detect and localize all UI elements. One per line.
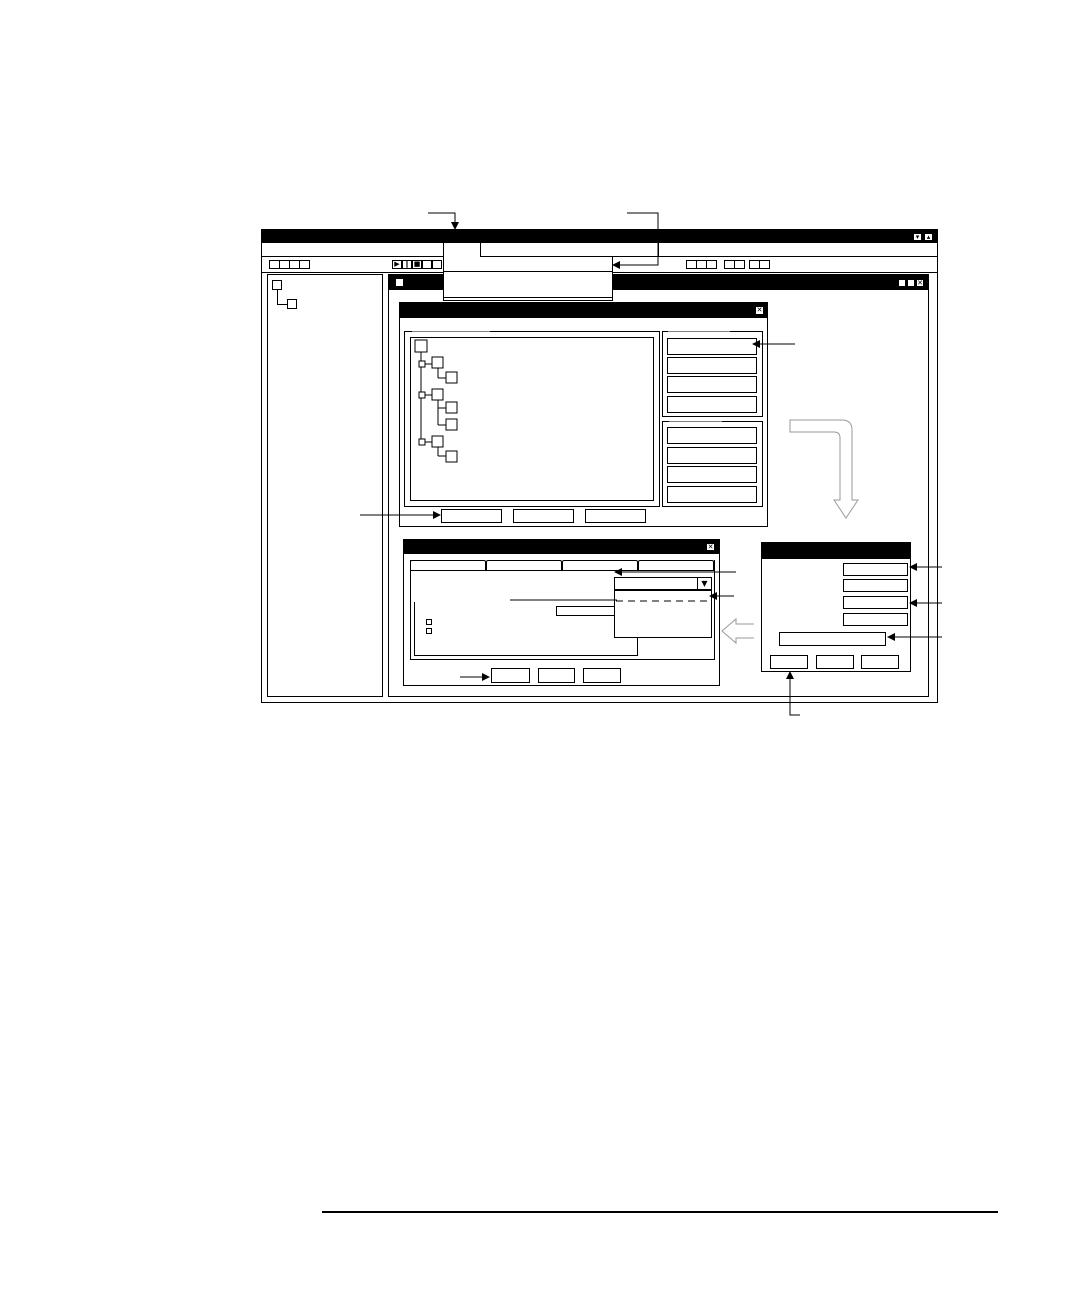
tab-3-active[interactable]	[562, 560, 638, 570]
small-dialog-wide-field[interactable]	[779, 632, 886, 646]
maximize-icon[interactable]	[907, 279, 915, 287]
small-dialog-field[interactable]	[843, 613, 908, 626]
tree-root-node[interactable]	[272, 280, 282, 290]
combo-box[interactable]: ▼	[614, 577, 712, 590]
toolbar-button[interactable]	[422, 260, 432, 269]
maximize-icon[interactable]: ▴	[924, 233, 933, 241]
properties-dialog: ✕	[399, 302, 768, 527]
dropdown-menu-item[interactable]	[444, 271, 612, 272]
close-icon[interactable]: ✕	[916, 279, 924, 287]
dialog-footer-button[interactable]	[770, 655, 808, 669]
dialog-footer-button[interactable]	[538, 668, 575, 683]
minimize-icon[interactable]	[898, 279, 906, 287]
tab-1[interactable]	[410, 560, 486, 570]
toolbar-button[interactable]	[706, 260, 717, 269]
checkbox-icon[interactable]	[426, 619, 432, 625]
tree-child-node[interactable]	[287, 299, 297, 309]
close-icon[interactable]: ✕	[755, 306, 764, 315]
toolbar-button[interactable]	[299, 260, 310, 269]
dropdown-menu	[443, 257, 613, 301]
callout-arrow	[428, 212, 459, 230]
toolbar-button[interactable]	[734, 260, 745, 269]
side-button[interactable]	[667, 427, 757, 444]
dialog-footer-button[interactable]	[585, 509, 646, 523]
stop-icon[interactable]: ■	[412, 260, 422, 269]
dropdown-menu-item[interactable]	[444, 297, 612, 298]
main-title-bar: ▾ ▴	[262, 230, 937, 243]
side-button[interactable]	[667, 486, 757, 503]
tree-connector	[277, 304, 287, 305]
tab-dialog-title-bar: ✕	[404, 540, 719, 554]
menu-item-active[interactable]	[443, 243, 481, 257]
sidebar-tree-pane	[267, 274, 383, 697]
side-button[interactable]	[667, 376, 757, 393]
side-button[interactable]	[667, 357, 757, 374]
dialog-footer-button[interactable]	[861, 655, 899, 669]
page-footer-rule	[322, 1211, 998, 1213]
close-icon[interactable]: ✕	[706, 543, 715, 551]
side-button[interactable]	[667, 396, 757, 413]
side-button[interactable]	[667, 338, 757, 355]
text-field[interactable]	[556, 606, 616, 616]
dialog-footer-button[interactable]	[583, 668, 621, 683]
tree-connector	[277, 290, 278, 304]
play-icon[interactable]: ▶	[392, 260, 402, 269]
side-button[interactable]	[667, 447, 757, 464]
dialog-footer-button[interactable]	[816, 655, 854, 669]
minimize-icon[interactable]: ▾	[913, 233, 922, 241]
pause-icon[interactable]: ‖	[402, 260, 412, 269]
small-dialog-title-bar	[762, 543, 910, 559]
tab-2[interactable]	[486, 560, 562, 570]
dialog-footer-button[interactable]	[491, 668, 530, 683]
dialog-footer-button[interactable]	[513, 509, 574, 523]
small-dialog	[761, 542, 911, 672]
small-dialog-field[interactable]	[843, 596, 908, 609]
menu-item-highlight[interactable]	[481, 243, 659, 257]
side-button[interactable]	[667, 466, 757, 483]
tree-view[interactable]	[410, 337, 654, 501]
checkbox-icon[interactable]	[426, 628, 432, 634]
tab-dialog: ✕ ▼	[403, 539, 720, 686]
combo-dropdown-list[interactable]	[614, 590, 712, 638]
small-dialog-field[interactable]	[843, 579, 908, 592]
toolbar-button[interactable]	[759, 260, 770, 269]
properties-dialog-title-bar: ✕	[400, 303, 767, 318]
dialog-footer-button[interactable]	[441, 509, 502, 523]
chevron-down-icon[interactable]: ▼	[697, 577, 712, 590]
small-dialog-field[interactable]	[843, 563, 908, 576]
menu-bar	[262, 243, 937, 257]
tab-4[interactable]	[638, 560, 714, 570]
toolbar-button[interactable]	[432, 260, 442, 269]
child-window-icon	[395, 278, 404, 287]
